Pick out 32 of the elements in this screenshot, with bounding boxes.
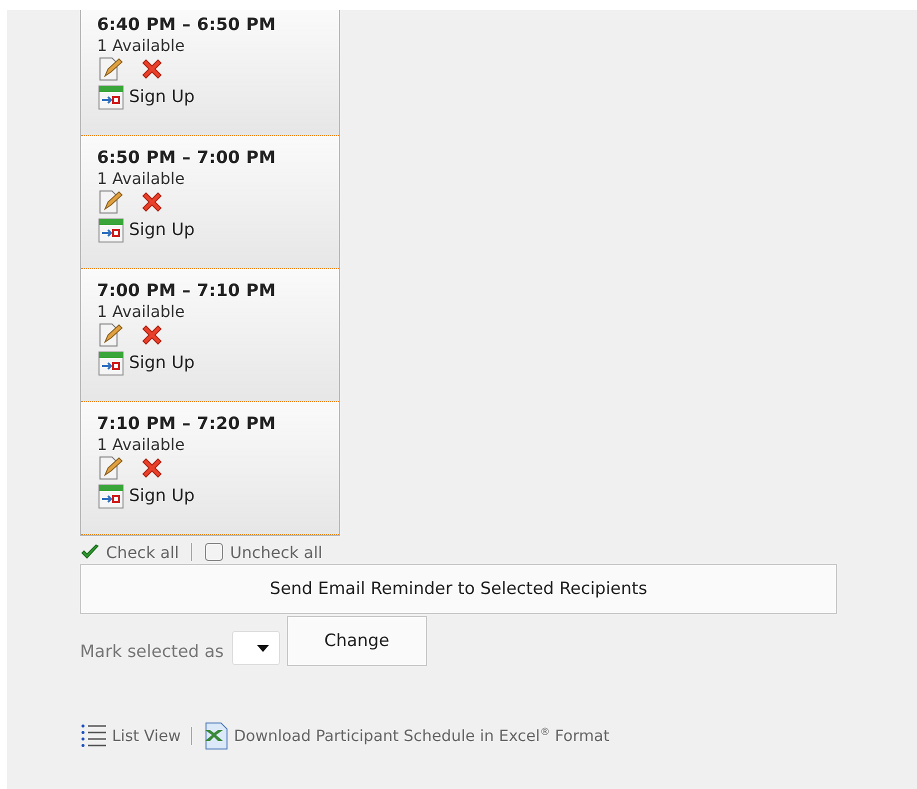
send-reminder-button[interactable]: Send Email Reminder to Selected Recipients xyxy=(80,564,837,614)
check-all-link[interactable]: Check all xyxy=(106,542,179,562)
calendar-icon xyxy=(97,482,125,510)
slot-time: 6:50 PM – 7:00 PM xyxy=(97,148,277,168)
caret-icon xyxy=(256,644,269,652)
uncheck-all-link[interactable]: Uncheck all xyxy=(230,542,322,562)
slot-availability: 1 Available xyxy=(97,302,186,321)
checkbox-icon[interactable] xyxy=(204,542,224,562)
calendar-icon xyxy=(97,83,125,111)
list-icon xyxy=(80,723,108,749)
edit-icon[interactable] xyxy=(97,322,125,348)
edit-icon[interactable] xyxy=(97,455,125,481)
calendar-icon xyxy=(97,216,125,244)
edit-icon[interactable] xyxy=(97,189,125,215)
sign-up-link[interactable]: Sign Up xyxy=(97,216,339,244)
change-button[interactable]: Change xyxy=(286,616,427,666)
download-excel-link[interactable]: Download Participant Schedule in Excel$^{®}$ Format xyxy=(234,726,610,746)
checkmark-icon xyxy=(80,544,100,560)
sign-up-link[interactable]: Sign Up xyxy=(97,83,339,111)
list-view-link[interactable]: List View xyxy=(112,727,181,745)
slot-availability: 1 Available xyxy=(97,36,186,55)
slot-availability: 1 Available xyxy=(97,169,186,188)
slot-time: 6:40 PM – 6:50 PM xyxy=(97,15,277,35)
sign-up-link[interactable]: Sign Up xyxy=(97,349,339,377)
calendar-icon xyxy=(97,349,125,377)
status-dropdown[interactable] xyxy=(232,631,280,665)
slot-time: 7:00 PM – 7:10 PM xyxy=(97,281,277,301)
mark-label: Mark selected as xyxy=(80,642,224,664)
edit-icon[interactable] xyxy=(97,56,125,82)
slot-availability: 1 Available xyxy=(97,435,186,454)
slot-time: 7:10 PM – 7:20 PM xyxy=(97,414,277,434)
sign-up-link[interactable]: Sign Up xyxy=(97,482,339,510)
